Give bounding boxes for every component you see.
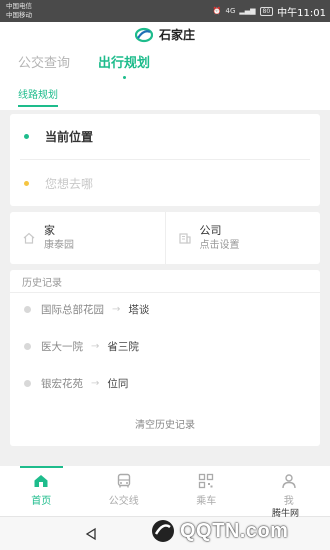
history-dot-icon	[24, 306, 31, 313]
nav-ride[interactable]: 乘车	[165, 466, 248, 516]
nav-ride-label: 乘车	[196, 496, 217, 507]
carrier-info: 中国电信 中国移动	[6, 2, 32, 20]
divider	[10, 292, 320, 293]
history-from: 国际总部花园	[41, 304, 104, 316]
history-item[interactable]: 医大一院 → 省三院	[24, 339, 139, 354]
history-to: 位同	[107, 378, 129, 390]
origin-field[interactable]: 当前位置	[20, 114, 310, 160]
person-icon	[282, 474, 296, 489]
work-title: 公司	[199, 224, 222, 237]
watermark-caption: 腾牛网	[272, 509, 300, 519]
qr-code-icon	[199, 473, 214, 489]
app-logo-icon	[134, 27, 153, 42]
home-outline-icon	[23, 232, 35, 244]
history-from: 银宏花苑	[41, 378, 83, 390]
work-address: 点击设置	[199, 240, 240, 251]
watermark-logo-text: QQTN.com	[180, 519, 289, 542]
network-type: 4G	[225, 7, 236, 15]
history-from: 医大一院	[41, 341, 83, 353]
route-input-card: 当前位置 您想去哪	[10, 114, 320, 206]
tab-trip-planning[interactable]: 出行规划	[98, 52, 150, 79]
status-bar: 中国电信 中国移动 ⏰ 4G ▂▄▆ 80 中午11:01	[0, 0, 330, 22]
destination-placeholder: 您想去哪	[45, 176, 94, 191]
signal-icon: ▂▄▆	[239, 7, 256, 15]
building-icon	[178, 233, 191, 244]
main-tabs: 公交查询 出行规划	[18, 52, 150, 79]
status-icons: ⏰ 4G ▂▄▆ 80 中午11:01	[212, 4, 326, 19]
tab-bus-query[interactable]: 公交查询	[18, 52, 70, 71]
nav-bus-lines[interactable]: 公交线	[83, 466, 166, 516]
alarm-icon: ⏰	[212, 7, 222, 15]
watermark-logo-icon	[152, 520, 174, 542]
destination-field[interactable]: 您想去哪	[10, 160, 320, 206]
back-icon[interactable]	[84, 527, 98, 541]
clear-history-button[interactable]: 清空历史记录	[10, 416, 320, 431]
city-selector[interactable]: 石家庄	[0, 26, 330, 43]
clock: 中午11:01	[277, 7, 326, 19]
carrier-2: 中国移动	[6, 11, 32, 19]
history-dot-icon	[24, 380, 31, 387]
nav-bus-label: 公交线	[108, 496, 139, 507]
nav-home[interactable]: 首页	[0, 466, 83, 516]
history-title: 历史记录	[22, 278, 62, 289]
arrow-right-icon: →	[112, 304, 121, 315]
home-shortcut[interactable]: 家 康泰园	[10, 212, 165, 264]
nav-me-label: 我	[283, 496, 294, 507]
arrow-right-icon: →	[91, 341, 100, 352]
carrier-1: 中国电信	[6, 2, 32, 10]
bus-icon	[117, 473, 130, 488]
app-header: 石家庄 公交查询 出行规划 线路规划	[0, 22, 330, 110]
arrow-right-icon: →	[91, 378, 100, 389]
history-dot-icon	[24, 343, 31, 350]
battery-icon: 80	[259, 6, 274, 16]
destination-dot-icon	[24, 180, 29, 186]
history-item[interactable]: 国际总部花园 → 塔谈	[24, 302, 149, 317]
home-address: 康泰园	[44, 240, 74, 251]
home-icon	[34, 475, 48, 487]
saved-places-card: 家 康泰园 公司 点击设置	[10, 212, 320, 264]
tab-route-planning[interactable]: 线路规划	[18, 86, 58, 107]
history-to: 塔谈	[128, 304, 150, 316]
origin-label: 当前位置	[45, 130, 94, 144]
work-shortcut[interactable]: 公司 点击设置	[164, 212, 321, 264]
nav-home-label: 首页	[31, 496, 52, 507]
watermark: QQTN.com	[150, 518, 288, 544]
home-title: 家	[44, 224, 55, 237]
origin-dot-icon	[24, 134, 29, 139]
city-name: 石家庄	[158, 28, 195, 42]
history-to: 省三院	[107, 341, 139, 353]
history-item[interactable]: 银宏花苑 → 位同	[24, 376, 128, 391]
history-card: 历史记录 国际总部花园 → 塔谈 医大一院 → 省三院 银宏花苑 → 位同 清空…	[10, 270, 320, 446]
